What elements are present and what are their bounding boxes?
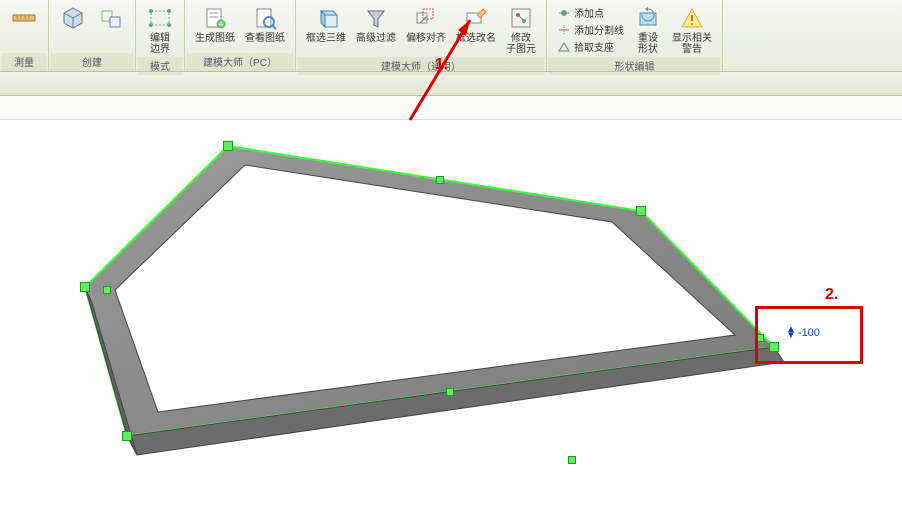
rename-icon: [462, 4, 490, 32]
group-label: 建模大师（PC）: [187, 53, 293, 71]
ribbon-group-shape-edit: 添加点 添加分割线 拾取支座 重设 形状: [547, 0, 723, 71]
show-warnings-button[interactable]: 显示相关 警告: [668, 2, 716, 57]
ribbon-group-mode: 编辑 边界 模式: [136, 0, 185, 71]
reset-shape-button[interactable]: 重设 形状: [630, 2, 666, 57]
btn-label: 添加分割线: [574, 22, 624, 37]
cube-icon: [59, 4, 87, 32]
edge-handle[interactable]: [568, 456, 576, 464]
edit-subelement-button[interactable]: 修改 子图元: [502, 2, 540, 57]
dimension-value: -100: [798, 327, 820, 339]
box-3d-icon: [312, 4, 340, 32]
btn-label: 框选改名: [456, 33, 496, 44]
edge-handle[interactable]: [103, 286, 111, 294]
split-icon: [557, 23, 571, 37]
box-rename-button[interactable]: 框选改名: [452, 2, 500, 46]
annotation-2-label: 2.: [825, 286, 838, 304]
adv-filter-button[interactable]: 高级过滤: [352, 2, 400, 46]
options-bar: [0, 72, 902, 96]
group-label: 測量: [2, 53, 46, 71]
vertex-handle[interactable]: [80, 282, 90, 292]
vertex-handle[interactable]: [223, 141, 233, 151]
warning-icon: [678, 4, 706, 32]
btn-label: 偏移对齐: [406, 33, 446, 44]
slab-inner: [115, 165, 735, 412]
btn-label: 显示相关 警告: [672, 33, 712, 55]
group-label: 创建: [51, 53, 133, 71]
ribbon-group-create: 创建: [49, 0, 136, 71]
edit-sub-icon: [507, 4, 535, 32]
ruler-icon: [10, 4, 38, 32]
secondary-bar: [0, 96, 902, 120]
group-label: 建模大师（通用）: [298, 57, 544, 75]
dimension-control[interactable]: ▲▼ -100: [786, 327, 820, 339]
ribbon-group-measure: 測量: [0, 0, 49, 71]
view-drawing-button[interactable]: 查看图纸: [241, 2, 289, 46]
svg-text:+: +: [219, 20, 224, 29]
add-point-icon: [557, 6, 571, 20]
boundary-icon: [146, 4, 174, 32]
btn-label: 高级过滤: [356, 33, 396, 44]
gen-drawing-icon: +: [201, 4, 229, 32]
add-split-button[interactable]: 添加分割线: [553, 21, 628, 38]
edit-boundary-button[interactable]: 编辑 边界: [142, 2, 178, 57]
btn-label: 添加点: [574, 5, 604, 20]
measure-button[interactable]: [6, 2, 42, 34]
group-label: 模式: [138, 57, 182, 75]
shapes-icon: [97, 4, 125, 32]
gen-drawing-button[interactable]: + 生成图纸: [191, 2, 239, 46]
vertex-handle[interactable]: [122, 431, 132, 441]
btn-label: 查看图纸: [245, 33, 285, 44]
ribbon-group-general: 框选三维 高级过滤 偏移对齐 框选改名: [296, 0, 547, 71]
slab-side2: [85, 287, 137, 455]
reset-icon: [634, 4, 662, 32]
edge-handle[interactable]: [446, 388, 454, 396]
slab-side: [127, 347, 784, 455]
box-3d-button[interactable]: 框选三维: [302, 2, 350, 46]
offset-align-button[interactable]: 偏移对齐: [402, 2, 450, 46]
pick-support-button[interactable]: 拾取支座: [553, 38, 628, 55]
btn-label: 编辑 边界: [150, 33, 170, 55]
ribbon-group-pc: + 生成图纸 查看图纸 建模大师（PC）: [185, 0, 296, 71]
view-drawing-icon: [251, 4, 279, 32]
support-icon: [557, 40, 571, 54]
btn-label: 拾取支座: [574, 39, 614, 54]
btn-label: 重设 形状: [638, 33, 658, 55]
create-a-button[interactable]: [55, 2, 91, 34]
add-point-button[interactable]: 添加点: [553, 4, 628, 21]
offset-icon: [412, 4, 440, 32]
filter-icon: [362, 4, 390, 32]
btn-label: 框选三维: [306, 33, 346, 44]
group-label: 形状编辑: [549, 57, 720, 75]
create-b-button[interactable]: [93, 2, 129, 34]
annotation-1-label: 1.: [435, 56, 448, 74]
btn-label: 修改 子图元: [506, 33, 536, 55]
viewport-3d[interactable]: 1. 2. ▲▼ -100: [0, 120, 902, 500]
slab-outer[interactable]: [85, 146, 774, 436]
ribbon-toolbar: 測量 创建 编辑 边界 模式: [0, 0, 902, 72]
dim-up-down-icon: ▲▼: [786, 327, 796, 339]
vertex-handle[interactable]: [636, 206, 646, 216]
edge-handle[interactable]: [436, 176, 444, 184]
btn-label: 生成图纸: [195, 33, 235, 44]
